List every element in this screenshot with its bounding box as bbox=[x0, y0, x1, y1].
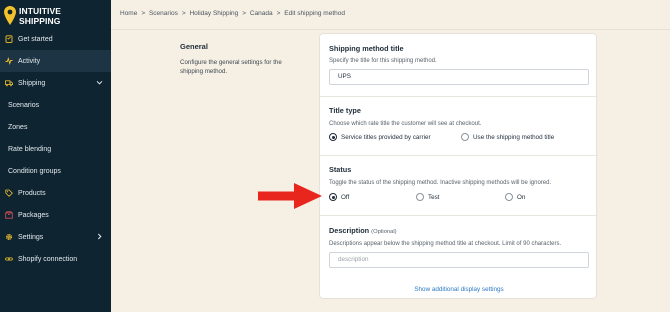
checklist-icon bbox=[5, 35, 13, 43]
breadcrumb-holiday-shipping[interactable]: Holiday Shipping bbox=[189, 10, 238, 17]
sidebar-item-label: Zones bbox=[8, 123, 28, 131]
truck-icon bbox=[5, 79, 13, 87]
radio-status-off[interactable]: Off bbox=[329, 193, 349, 201]
radio-label: On bbox=[517, 193, 526, 201]
activity-icon bbox=[5, 57, 13, 65]
radio-carrier-titles[interactable]: Service titles provided by carrier bbox=[329, 133, 431, 141]
sidebar-item-get-started[interactable]: Get started bbox=[0, 28, 111, 50]
logo[interactable]: INTUITIVE SHIPPING bbox=[4, 5, 104, 29]
description-help: Descriptions appear below the shipping m… bbox=[329, 241, 562, 247]
title-type-section: Title type Choose which rate title the c… bbox=[320, 97, 598, 156]
sidebar-item-shipping[interactable]: Shipping bbox=[0, 72, 111, 94]
box-icon bbox=[5, 211, 13, 219]
radio-indicator bbox=[505, 193, 513, 201]
logo-text: INTUITIVE SHIPPING bbox=[19, 6, 61, 26]
sidebar-item-label: Settings bbox=[18, 233, 44, 241]
title-type-heading: Title type bbox=[329, 106, 361, 115]
link-icon bbox=[5, 255, 13, 263]
header-divider bbox=[111, 29, 670, 30]
breadcrumb: Home > Scenarios > Holiday Shipping > Canad… bbox=[120, 10, 347, 17]
radio-method-title[interactable]: Use the shipping method title bbox=[461, 133, 554, 141]
show-additional-settings-link[interactable]: Show additional display settings bbox=[320, 286, 598, 293]
sidebar-item-shopify-connection[interactable]: Shopify connection bbox=[0, 248, 111, 270]
description-section: Description (Optional) Descriptions appea… bbox=[320, 216, 598, 300]
sidebar-item-scenarios[interactable]: Scenarios bbox=[0, 94, 111, 116]
gear-icon bbox=[5, 233, 13, 241]
general-section-description: Configure the general settings for the s… bbox=[180, 59, 282, 75]
radio-label: Test bbox=[428, 193, 440, 201]
radio-indicator bbox=[461, 133, 469, 141]
status-heading: Status bbox=[329, 165, 352, 174]
breadcrumb-separator: > bbox=[276, 10, 281, 17]
sidebar-item-packages[interactable]: Packages bbox=[0, 204, 111, 226]
method-title-section: Shipping method title Specify the title … bbox=[320, 34, 598, 97]
breadcrumb-scenarios[interactable]: Scenarios bbox=[149, 10, 178, 17]
sidebar-item-label: Products bbox=[18, 189, 46, 197]
radio-label: Service titles provided by carrier bbox=[341, 133, 431, 141]
radio-selected-indicator bbox=[329, 133, 337, 141]
sidebar-item-products[interactable]: Products bbox=[0, 182, 111, 204]
breadcrumb-separator: > bbox=[181, 10, 186, 17]
optional-label: (Optional) bbox=[371, 229, 397, 235]
radio-status-test[interactable]: Test bbox=[416, 193, 440, 201]
tag-icon bbox=[5, 189, 13, 197]
radio-label: Use the shipping method title bbox=[473, 133, 555, 141]
breadcrumb-current: Edit shipping method bbox=[284, 10, 345, 17]
radio-indicator bbox=[416, 193, 424, 201]
sidebar-item-label: Shipping bbox=[18, 79, 46, 87]
chevron-down-icon bbox=[96, 80, 103, 85]
radio-label: Off bbox=[341, 193, 350, 201]
title-type-help: Choose which rate title the customer wil… bbox=[329, 121, 482, 127]
radio-selected-indicator bbox=[329, 193, 337, 201]
sidebar-item-label: Condition groups bbox=[8, 167, 61, 175]
sidebar-item-label: Packages bbox=[18, 211, 49, 219]
annotation-arrow-icon bbox=[258, 183, 322, 209]
sidebar-item-activity[interactable]: Activity bbox=[0, 50, 111, 72]
breadcrumb-canada[interactable]: Canada bbox=[250, 10, 273, 17]
chevron-right-icon bbox=[97, 233, 102, 240]
description-input[interactable]: description bbox=[329, 252, 589, 268]
breadcrumb-separator: > bbox=[141, 10, 146, 17]
general-section-title: General bbox=[180, 42, 208, 51]
sidebar-item-label: Get started bbox=[18, 35, 53, 43]
sidebar-item-label: Shopify connection bbox=[18, 255, 78, 263]
sidebar-item-condition-groups[interactable]: Condition groups bbox=[0, 160, 111, 182]
sidebar-item-label: Scenarios bbox=[8, 101, 40, 109]
sidebar-item-settings[interactable]: Settings bbox=[0, 226, 111, 248]
method-title-help: Specify the title for this shipping meth… bbox=[329, 58, 437, 64]
status-section: Status Toggle the status of the shipping… bbox=[320, 156, 598, 216]
method-title-heading: Shipping method title bbox=[329, 44, 404, 53]
map-pin-icon bbox=[4, 6, 16, 25]
breadcrumb-separator: > bbox=[242, 10, 247, 17]
radio-status-on[interactable]: On bbox=[505, 193, 525, 201]
sidebar: INTUITIVE SHIPPING Get started Activity … bbox=[0, 0, 111, 312]
sidebar-item-label: Activity bbox=[18, 57, 41, 65]
description-heading-text: Description bbox=[329, 226, 370, 235]
shipping-method-form-card: Shipping method title Specify the title … bbox=[319, 33, 598, 300]
sidebar-nav: Get started Activity Shipping Scenarios … bbox=[0, 28, 111, 270]
breadcrumb-home[interactable]: Home bbox=[120, 10, 137, 17]
sidebar-item-rate-blending[interactable]: Rate blending bbox=[0, 138, 111, 160]
sidebar-item-label: Rate blending bbox=[8, 145, 52, 153]
sidebar-item-zones[interactable]: Zones bbox=[0, 116, 111, 138]
description-heading: Description (Optional) bbox=[329, 226, 397, 235]
method-title-input[interactable]: UPS bbox=[329, 69, 589, 85]
status-help: Toggle the status of the shipping method… bbox=[329, 180, 552, 186]
